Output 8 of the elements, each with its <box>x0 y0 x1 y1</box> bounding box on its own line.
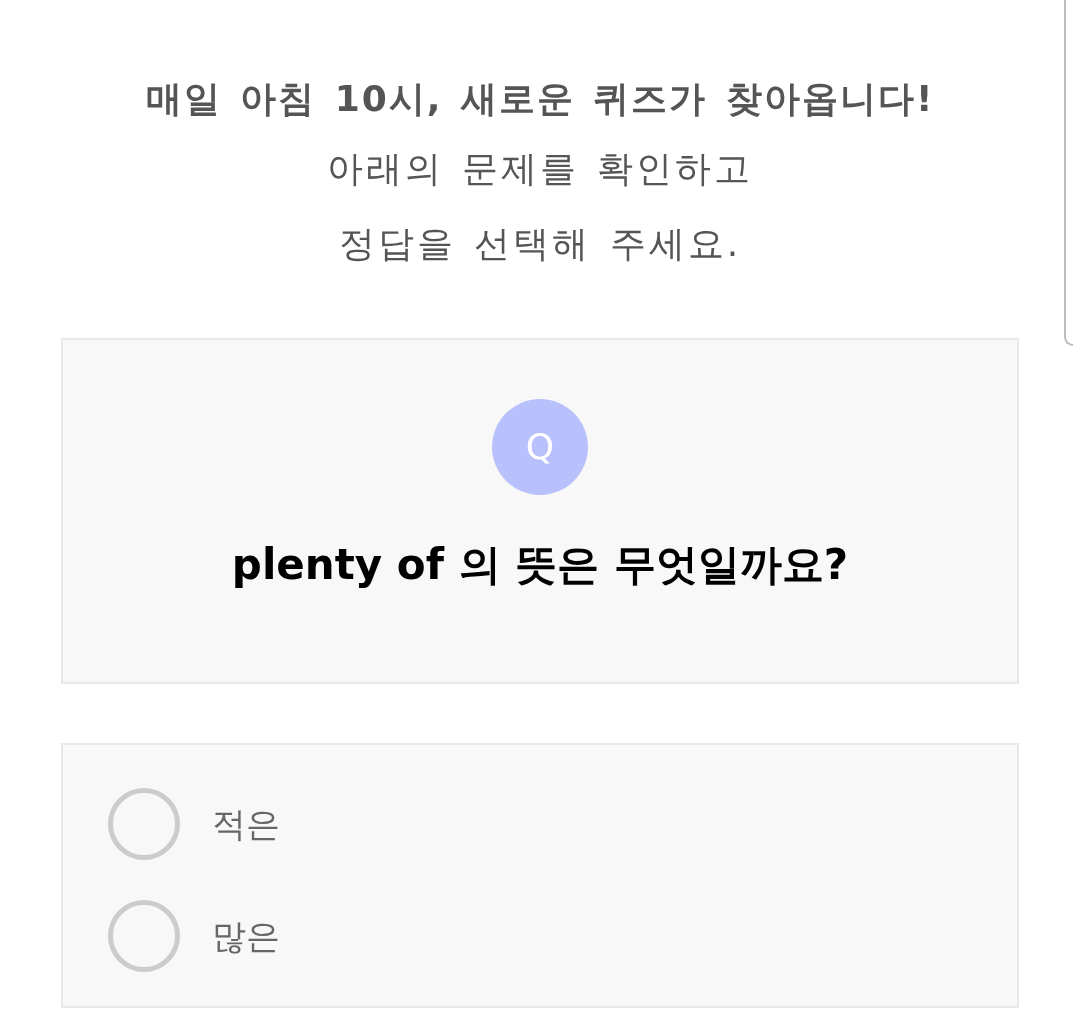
option-label[interactable]: 많은 <box>212 914 280 958</box>
quiz-headline: 매일 아침 10시, 새로운 퀴즈가 찾아옵니다! <box>145 77 935 121</box>
question-text: plenty of 의 뜻은 무엇일까요? <box>231 541 849 589</box>
option-label[interactable]: 적은 <box>212 802 280 846</box>
radio-button[interactable] <box>108 900 180 972</box>
radio-button[interactable] <box>108 788 180 860</box>
q-badge: Q <box>492 399 588 495</box>
quiz-instructions: 아래의 문제를 확인하고 정답을 선택해 주세요. <box>326 147 754 266</box>
